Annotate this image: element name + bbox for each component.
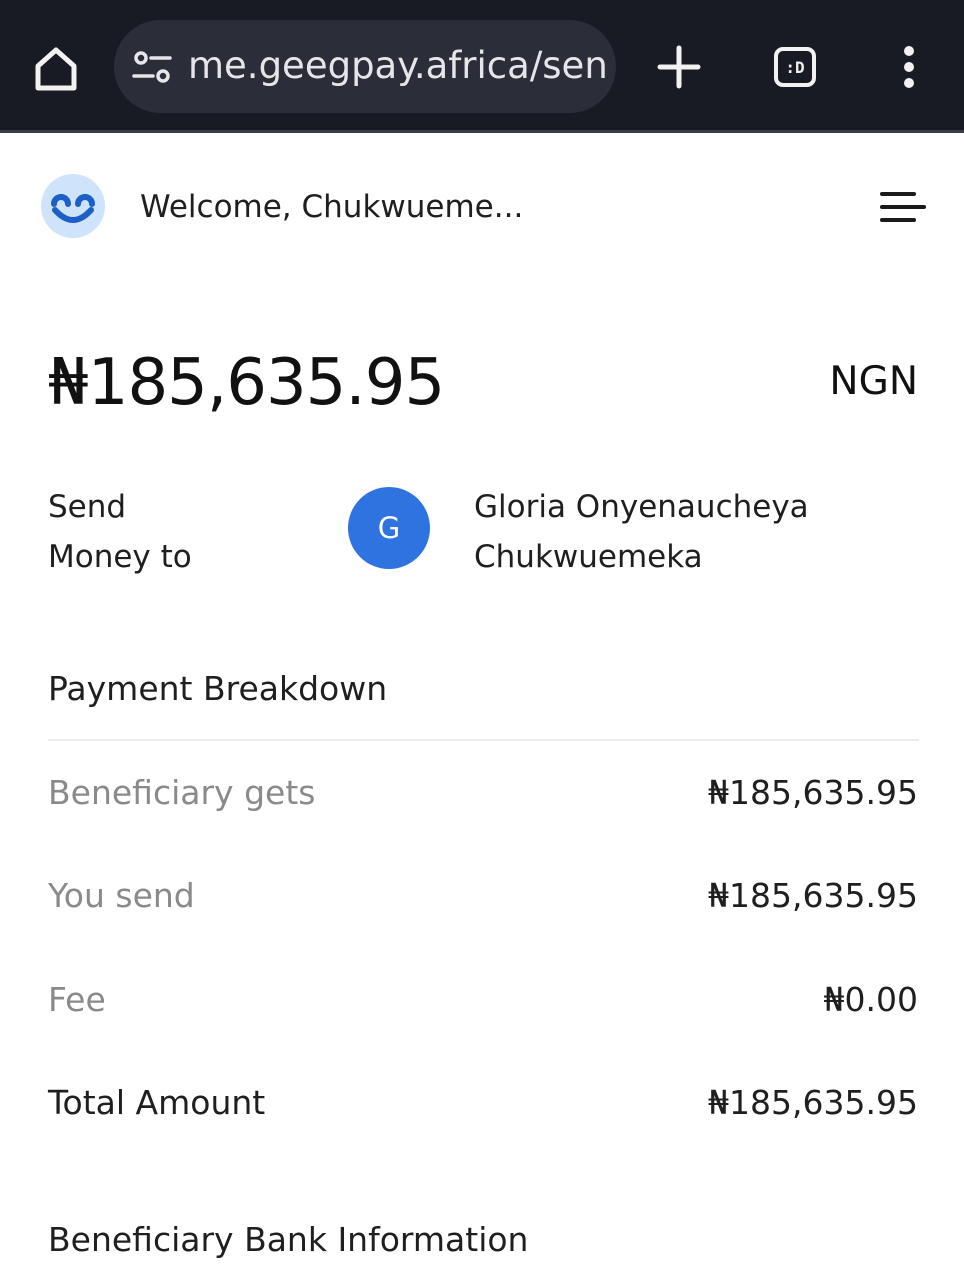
welcome-message: Welcome, Chukwueme...: [140, 189, 524, 225]
recipient-name-line-1: Gloria Onyenaucheya: [474, 489, 809, 525]
recipient-avatar: G: [348, 487, 430, 569]
total-amount-value: ₦185,635.95: [708, 1083, 918, 1122]
recipient-name: Gloria Onyenaucheya Chukwuemeka: [474, 482, 924, 582]
currency-code: NGN: [829, 359, 918, 404]
site-settings-icon[interactable]: [132, 50, 172, 84]
divider: [48, 739, 919, 741]
geegpay-logo-icon: [41, 174, 105, 238]
beneficiary-bank-info-title: Beneficiary Bank Information: [48, 1220, 529, 1259]
tab-switcher-label: :D: [774, 47, 816, 87]
you-send-value: ₦185,635.95: [708, 876, 918, 915]
recipient-name-line-2: Chukwuemeka: [474, 539, 703, 575]
avatar-initial: G: [377, 511, 401, 545]
menu-hamburger-icon[interactable]: [880, 190, 926, 224]
you-send-label: You send: [48, 876, 195, 915]
tab-switcher-button[interactable]: :D: [772, 45, 820, 89]
address-bar[interactable]: me.geegpay.africa/sen: [114, 20, 616, 113]
url-text: me.geegpay.africa/sen: [188, 44, 608, 87]
fee-value: ₦0.00: [823, 980, 918, 1019]
new-tab-plus-icon[interactable]: [656, 44, 702, 90]
browser-toolbar: me.geegpay.africa/sen :D: [0, 0, 964, 133]
send-money-label: Send Money to: [48, 482, 248, 582]
fee-label: Fee: [48, 980, 106, 1019]
more-options-icon[interactable]: [894, 44, 924, 90]
total-amount-label: Total Amount: [48, 1083, 266, 1122]
beneficiary-gets-label: Beneficiary gets: [48, 773, 316, 812]
payment-breakdown-title: Payment Breakdown: [48, 669, 388, 708]
balance-amount: ₦185,635.95: [48, 346, 445, 420]
home-icon[interactable]: [30, 42, 82, 94]
send-label-line-2: Money to: [48, 539, 192, 575]
send-label-line-1: Send: [48, 489, 127, 525]
beneficiary-gets-value: ₦185,635.95: [708, 773, 918, 812]
